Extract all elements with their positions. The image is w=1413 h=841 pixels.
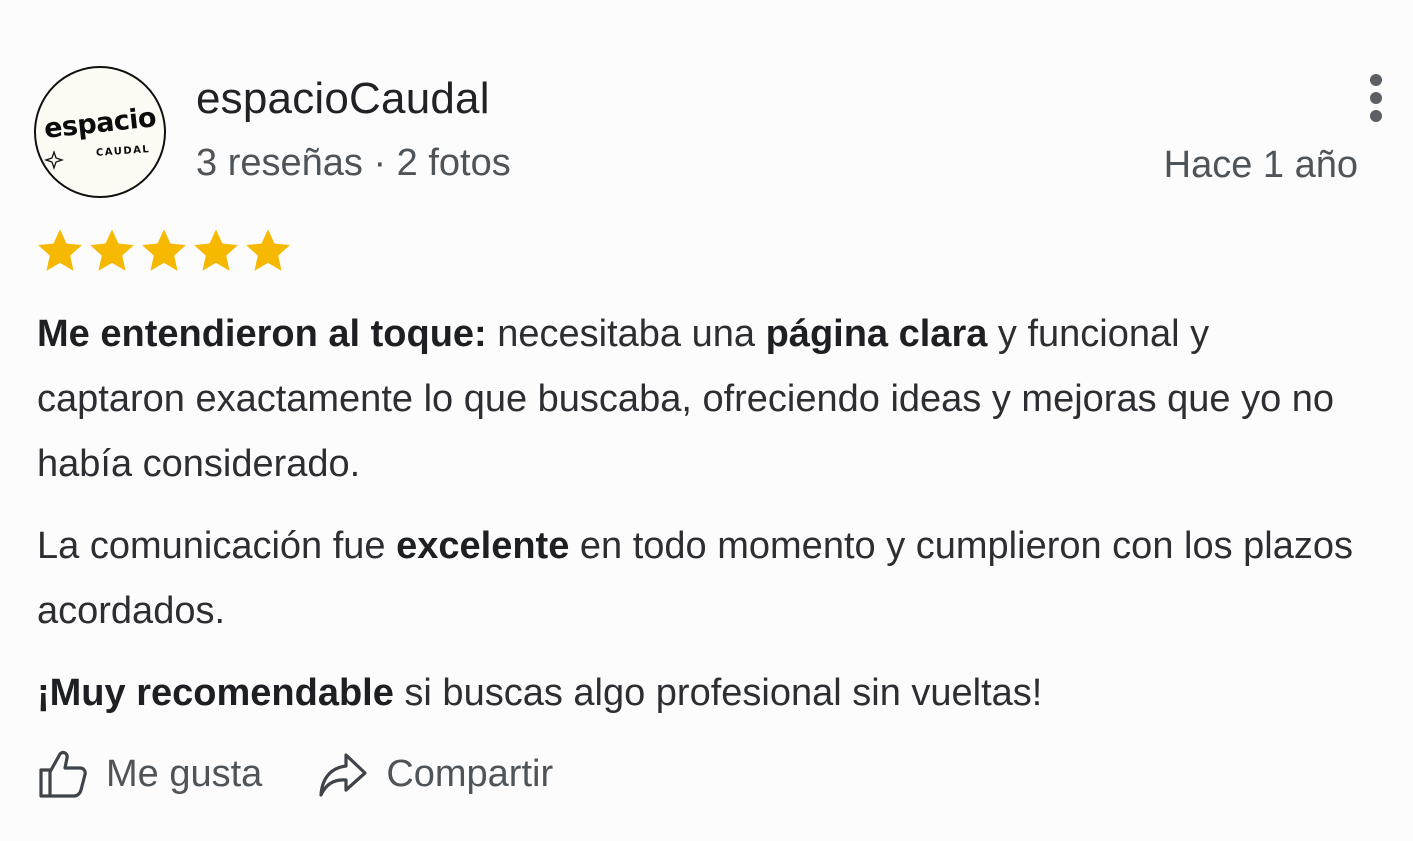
review-text-segment: La comunicación fue: [37, 525, 397, 567]
share-icon: [319, 753, 367, 797]
more-vert-icon-dot: [1370, 74, 1382, 86]
review-bold-text: página clara: [765, 313, 988, 355]
thumb-up-icon: [39, 751, 87, 798]
review-bold-text: ¡Muy recomendable: [37, 672, 394, 714]
author-name[interactable]: espacioCaudal: [196, 74, 490, 124]
share-button[interactable]: Compartir: [318, 749, 553, 799]
review-text-segment: necesitaba una: [486, 313, 766, 355]
star-icon: [142, 229, 186, 271]
review-paragraph-3: ¡Muy recomendable si buscas algo profesi…: [37, 661, 1367, 726]
author-stats: 3 reseñas · 2 fotos: [196, 142, 511, 184]
star-icon: [90, 229, 134, 271]
star-rating: [35, 226, 293, 276]
review-paragraph-2: La comunicación fue excelente en todo mo…: [37, 514, 1367, 644]
more-vert-icon-dot: [1370, 110, 1382, 122]
review-card: espacio CAUDAL espacioCaudal 3 reseñas ·…: [0, 0, 1413, 841]
review-actions: Me gusta Compartir: [36, 748, 553, 800]
star-icon: [246, 229, 290, 271]
share-label: Compartir: [386, 752, 554, 795]
more-vert-icon-dot: [1370, 92, 1382, 104]
review-text-segment: si buscas algo profesional sin vueltas!: [393, 672, 1043, 714]
review-time: Hace 1 año: [1163, 144, 1358, 186]
review-paragraph-1: Me entendieron al toque: necesitaba una …: [37, 302, 1367, 497]
review-text: Me entendieron al toque: necesitaba una …: [37, 302, 1367, 743]
review-bold-text: Me entendieron al toque:: [37, 313, 487, 355]
avatar[interactable]: espacio CAUDAL: [34, 66, 166, 198]
more-options-button[interactable]: [1364, 74, 1390, 126]
like-button[interactable]: Me gusta: [36, 748, 262, 800]
star-icon: [38, 229, 82, 271]
review-bold-text: excelente: [396, 525, 570, 567]
like-label: Me gusta: [106, 752, 263, 795]
star-icon: [194, 229, 238, 271]
